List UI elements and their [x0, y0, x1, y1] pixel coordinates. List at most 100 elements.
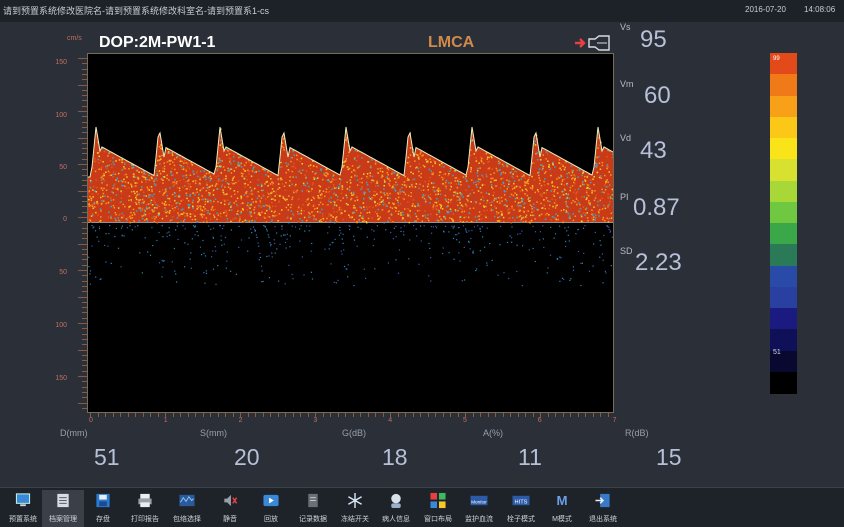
y-tick-mark — [78, 84, 87, 86]
envelope-icon — [179, 494, 195, 507]
svg-text:HITS: HITS — [515, 499, 528, 505]
x-tick-mark — [555, 413, 556, 417]
toolbar-button-label: 栓子模式 — [507, 516, 535, 523]
measurement-value: 95 — [640, 26, 667, 53]
toolbar-button-layout[interactable]: 窗口布局 — [417, 490, 459, 527]
snowflake-icon — [348, 492, 362, 509]
x-tick-mark — [180, 413, 181, 417]
velocity-unit-label: cm/s — [67, 35, 82, 42]
toolbar-button-record[interactable]: 记录数据 — [292, 490, 334, 527]
toolbar-button-printer[interactable]: 打印报告 — [124, 490, 166, 527]
toolbar-button-save[interactable]: 存盘 — [82, 490, 124, 527]
parameter-value[interactable]: 18 — [382, 444, 408, 471]
x-tick-mark — [540, 413, 541, 417]
y-tick-mark — [78, 323, 87, 324]
parameter-label: R(dB) — [625, 428, 649, 438]
probe-direction-icon[interactable] — [573, 34, 613, 52]
toolbar-button-label: 监护血流 — [465, 516, 493, 523]
y-tick-mark — [78, 243, 87, 245]
x-tick-label: 6 — [537, 417, 542, 424]
exit-icon — [595, 493, 610, 508]
toolbar-button-emboli[interactable]: HITS 栓子模式 — [500, 490, 542, 527]
color-scale-segment — [770, 116, 797, 139]
measurement-label: Vd — [620, 133, 632, 143]
doppler-spectrum-display[interactable] — [87, 53, 614, 413]
y-tick-mark — [78, 58, 87, 59]
parameter-value[interactable]: 20 — [234, 444, 260, 471]
x-tick-mark — [472, 413, 474, 417]
parameter-value[interactable]: 51 — [94, 444, 120, 471]
color-scale-segment — [770, 286, 797, 309]
toolbar-button-label: 冻结开关 — [341, 516, 369, 523]
x-tick-mark — [300, 413, 301, 417]
y-tick-mark — [78, 376, 87, 377]
x-tick-mark — [517, 413, 519, 417]
x-tick-mark — [292, 413, 294, 417]
date-readout: 2016-07-20 — [745, 5, 786, 14]
toolbar-button-snowflake[interactable]: 冻结开关 — [334, 490, 376, 527]
channel-label: DOP:2M-PW1-1 — [99, 34, 216, 51]
x-tick-mark — [105, 413, 106, 417]
x-tick-mark — [367, 413, 369, 417]
y-tick-mark — [78, 111, 87, 112]
x-tick-mark — [592, 413, 594, 417]
measurement-label: SD — [620, 246, 633, 256]
y-tick-label: 50 — [59, 269, 67, 276]
emboli-icon: HITS — [512, 495, 530, 505]
color-scale-segment — [770, 244, 797, 266]
parameter-value[interactable]: 15 — [656, 444, 682, 471]
x-tick-mark — [165, 413, 166, 417]
toolbar-button-label: 记录数据 — [299, 516, 327, 523]
toolbar-button-archive[interactable]: 档案管理 — [42, 490, 84, 527]
toolbar-button-exit[interactable]: 退出系统 — [582, 490, 624, 527]
toolbar-button-label: 包络选择 — [173, 516, 201, 523]
y-tick-mark — [78, 164, 87, 165]
x-tick-mark — [375, 413, 376, 417]
color-scale-min: 51 — [773, 349, 781, 356]
title-bar: 请到预置系统修改医院名-请到预置系统修改科室名-请到预置系1-cs 2016-0… — [0, 0, 844, 22]
bottom-toolbar: 预置系统 档案管理 存盘 打印报告 包络选择 静音 回放 记录数据 冻结开关 病人信息 窗口布局 Mo… — [0, 487, 844, 527]
x-tick-mark — [450, 413, 451, 417]
toolbar-button-label: 预置系统 — [9, 516, 37, 523]
y-tick-mark — [78, 217, 87, 218]
x-tick-mark — [532, 413, 534, 417]
x-tick-mark — [142, 413, 144, 417]
parameter-value[interactable]: 11 — [518, 444, 542, 471]
color-scale-max: 99 — [773, 56, 780, 62]
toolbar-button-label: 退出系统 — [589, 516, 617, 523]
x-tick-mark — [210, 413, 211, 417]
x-tick-mark — [285, 413, 286, 417]
color-scale-segment — [770, 95, 797, 118]
toolbar-button-envelope[interactable]: 包络选择 — [166, 490, 208, 527]
color-scale-segment — [770, 74, 797, 96]
x-tick-mark — [262, 413, 264, 417]
toolbar-button-m-mode[interactable]: M M模式 — [541, 490, 583, 527]
mute-icon — [224, 494, 238, 507]
x-tick-mark — [157, 413, 159, 417]
toolbar-button-label: 病人信息 — [382, 516, 410, 523]
reverse-flow-noise — [88, 225, 613, 287]
svg-text:Monitor: Monitor — [471, 499, 487, 505]
toolbar-button-monitor-flow[interactable]: Monitor 监护血流 — [458, 490, 500, 527]
x-tick-mark — [405, 413, 406, 417]
x-tick-label: 4 — [388, 417, 393, 424]
x-tick-mark — [202, 413, 204, 417]
y-tick-label: 0 — [63, 216, 67, 223]
y-tick-mark — [78, 296, 87, 298]
toolbar-button-patient[interactable]: 病人信息 — [375, 490, 417, 527]
x-tick-mark — [322, 413, 324, 417]
x-tick-mark — [352, 413, 354, 417]
toolbar-button-label: 静音 — [223, 516, 237, 523]
toolbar-button-playback[interactable]: 回放 — [250, 490, 292, 527]
archive-icon — [57, 493, 69, 508]
toolbar-button-monitor[interactable]: 预置系统 — [2, 490, 44, 527]
window-title: 请到预置系统修改医院名-请到预置系统修改科室名-请到预置系1-cs — [3, 6, 269, 16]
x-tick-label: 1 — [163, 417, 168, 424]
measurement-label: Vs — [620, 22, 631, 32]
doppler-spectrum — [88, 126, 613, 287]
toolbar-button-mute[interactable]: 静音 — [209, 490, 251, 527]
x-tick-mark — [315, 413, 316, 417]
x-tick-mark — [412, 413, 414, 417]
x-tick-mark — [487, 413, 489, 417]
x-tick-mark — [607, 413, 609, 417]
